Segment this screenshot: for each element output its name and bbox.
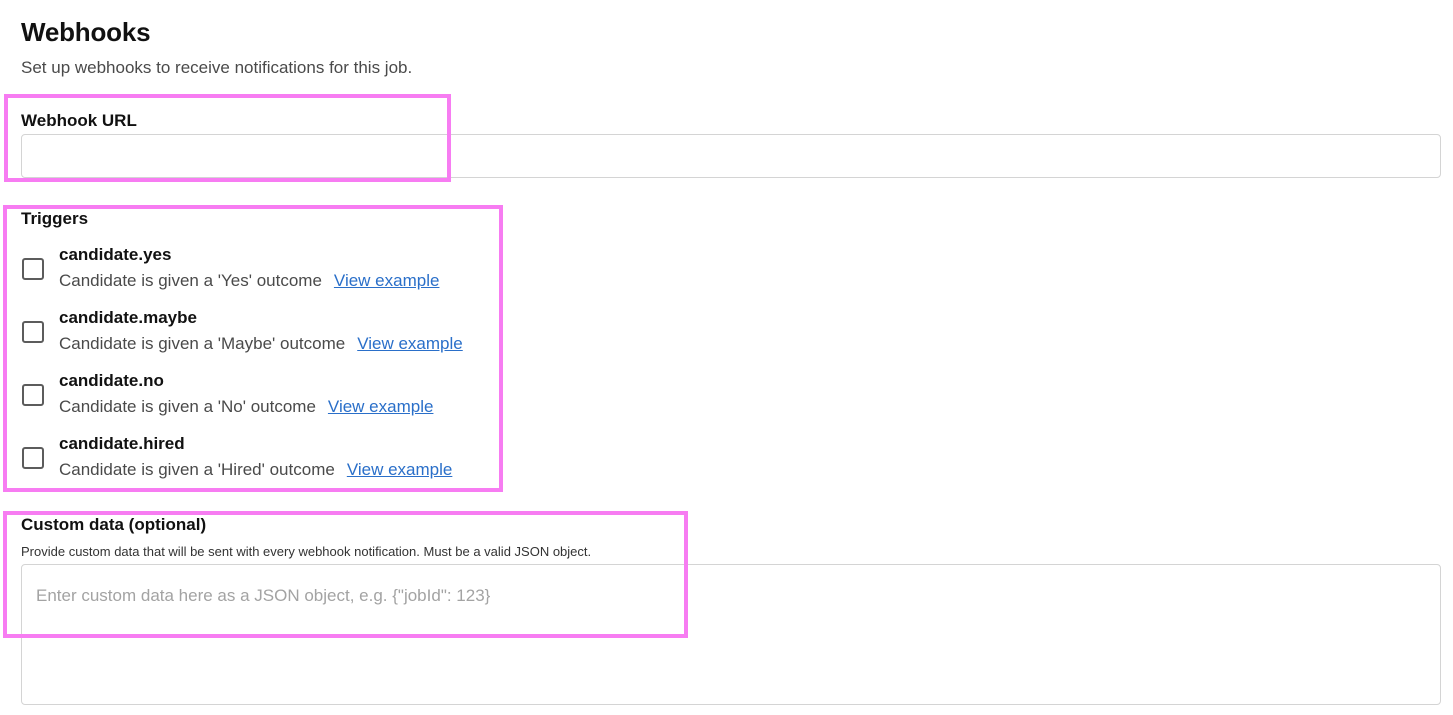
view-example-link[interactable]: View example (357, 334, 463, 353)
trigger-candidate-yes: candidate.yes Candidate is given a 'Yes'… (21, 244, 581, 294)
trigger-candidate-maybe: candidate.maybe Candidate is given a 'Ma… (21, 307, 581, 357)
trigger-checkbox-candidate-hired[interactable] (22, 447, 44, 469)
view-example-link[interactable]: View example (328, 397, 434, 416)
trigger-description: Candidate is given a 'Maybe' outcome (59, 334, 346, 353)
trigger-description-row: Candidate is given a 'Maybe' outcome View… (59, 333, 463, 355)
view-example-link[interactable]: View example (347, 460, 453, 479)
trigger-name: candidate.maybe (59, 308, 197, 327)
page-subtitle: Set up webhooks to receive notifications… (21, 58, 413, 77)
webhook-url-input[interactable] (21, 134, 1441, 178)
custom-data-label: Custom data (optional) (21, 515, 207, 534)
trigger-candidate-hired: candidate.hired Candidate is given a 'Hi… (21, 433, 581, 483)
trigger-description-row: Candidate is given a 'Hired' outcome View… (59, 459, 452, 481)
trigger-description: Candidate is given a 'Hired' outcome (59, 460, 335, 479)
trigger-description-row: Candidate is given a 'Yes' outcome View e… (59, 270, 439, 292)
view-example-link[interactable]: View example (334, 271, 440, 290)
custom-data-help-text: Provide custom data that will be sent wi… (21, 544, 592, 559)
trigger-candidate-no: candidate.no Candidate is given a 'No' o… (21, 370, 581, 420)
trigger-checkbox-candidate-no[interactable] (22, 384, 44, 406)
custom-data-textarea[interactable] (21, 564, 1441, 705)
triggers-label: Triggers (21, 209, 89, 228)
trigger-checkbox-candidate-yes[interactable] (22, 258, 44, 280)
trigger-description: Candidate is given a 'Yes' outcome (59, 271, 322, 290)
trigger-name: candidate.no (59, 371, 164, 390)
trigger-name: candidate.yes (59, 245, 172, 264)
webhook-url-label: Webhook URL (21, 111, 137, 130)
trigger-description: Candidate is given a 'No' outcome (59, 397, 316, 416)
trigger-checkbox-candidate-maybe[interactable] (22, 321, 44, 343)
trigger-description-row: Candidate is given a 'No' outcome View ex… (59, 396, 433, 418)
trigger-name: candidate.hired (59, 434, 185, 453)
page-title: Webhooks (21, 17, 151, 47)
